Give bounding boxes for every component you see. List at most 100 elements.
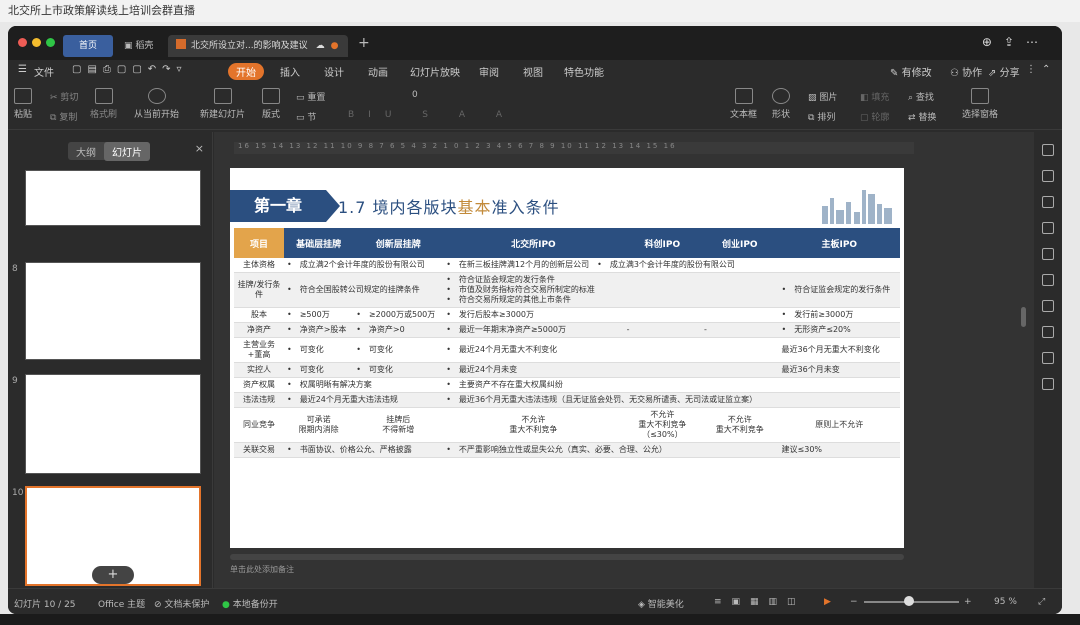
find-button[interactable]: ⌕ 查找 <box>908 90 934 103</box>
notes-placeholder[interactable]: 单击此处添加备注 <box>230 564 294 575</box>
layout-button[interactable]: 版式 <box>262 88 280 120</box>
slide-thumbnail[interactable] <box>25 374 201 474</box>
add-slide-button[interactable]: + <box>92 566 134 584</box>
row-header: 主体资格 <box>234 258 284 273</box>
fit-window-icon[interactable]: ⤢ <box>1038 597 1045 607</box>
protection-status[interactable]: ⊘ 文档未保护 <box>154 597 209 610</box>
slide[interactable]: 第一章 1.7 境内各版块基本准入条件 项目 基础层挂牌 创新层挂牌 北交所IP… <box>230 168 904 548</box>
hamburger-icon[interactable]: ☰ <box>18 64 27 75</box>
tool-icon[interactable] <box>1042 300 1054 312</box>
cut-button[interactable]: ✂ 剪切 <box>50 90 78 103</box>
collapse-ribbon-icon[interactable]: ⌃ <box>1042 64 1050 75</box>
textbox-button[interactable]: 文本框 <box>730 88 757 120</box>
tab-slides[interactable]: 幻灯片 <box>104 142 150 161</box>
table-cell: • 最近24个月未变 <box>443 362 779 378</box>
horizontal-scrollbar[interactable] <box>230 554 904 560</box>
slide-canvas: 16 15 14 13 12 11 10 9 8 7 6 5 4 3 2 1 0… <box>214 132 1034 588</box>
theme-label: Office 主题 <box>98 600 146 610</box>
vertical-scrollbar[interactable] <box>1021 307 1026 327</box>
backup-label: 本地备份开 <box>232 600 278 610</box>
close-panel-icon[interactable]: × <box>195 142 204 155</box>
more-menu-icon[interactable]: ⋮ <box>1026 64 1036 75</box>
menu-file[interactable]: 文件 <box>34 64 54 79</box>
menu-slideshow[interactable]: 幻灯片放映 <box>410 64 460 79</box>
tool-icon[interactable] <box>1042 248 1054 260</box>
slide-number: 8 <box>12 264 18 274</box>
table-cell: • 书面协议、价格公允、严格披露 <box>284 442 444 458</box>
tool-icon[interactable] <box>1042 326 1054 338</box>
select-pane-button[interactable]: 选择窗格 <box>962 88 998 120</box>
menu-insert[interactable]: 插入 <box>280 64 300 79</box>
share-button[interactable]: ⇗ 分享 <box>988 64 1020 79</box>
outline-button[interactable]: ▢ 轮廓 <box>860 110 889 123</box>
menu-review[interactable]: 审阅 <box>479 64 499 79</box>
backup-status[interactable]: ● 本地备份开 <box>222 597 278 610</box>
picture-button[interactable]: ▨ 图片 <box>808 90 837 103</box>
tool-icon[interactable] <box>1042 196 1054 208</box>
beautify-button[interactable]: ◈ 智能美化 <box>638 597 684 610</box>
replace-button[interactable]: ⇄ 替换 <box>908 110 936 123</box>
new-tab-button[interactable]: + <box>358 35 370 51</box>
fill-button[interactable]: ◧ 填充 <box>860 90 889 103</box>
arrange-label: 排列 <box>817 113 836 123</box>
section-icon: ▭ <box>296 113 305 123</box>
tool-icon[interactable] <box>1042 144 1054 156</box>
paste-button[interactable]: 粘贴 <box>14 88 32 120</box>
layout-icon <box>262 88 280 104</box>
layout-label: 版式 <box>262 110 281 120</box>
share-label: 分享 <box>999 68 1020 79</box>
font-style-buttons[interactable]: BIU S A A <box>348 110 516 120</box>
tool-icon[interactable] <box>1042 274 1054 286</box>
slide-thumbnail[interactable] <box>25 262 201 360</box>
paste-label: 粘贴 <box>14 110 33 120</box>
zoom-level[interactable]: 95 % <box>994 597 1017 607</box>
arrange-button[interactable]: ⧉ 排列 <box>808 110 835 123</box>
table-cell: • ≥2000万或500万 <box>353 307 444 323</box>
maximize-window-button[interactable] <box>46 38 55 47</box>
menu-animation[interactable]: 动画 <box>368 64 388 79</box>
menu-bar: ☰ 文件 ▢▤⎙▢▢↶↷▿ 开始 插入 设计 动画 幻灯片放映 审阅 视图 特色… <box>8 60 1062 82</box>
section-button[interactable]: ▭ 节 <box>296 110 316 123</box>
format-painter-button[interactable]: 格式刷 <box>90 88 117 120</box>
close-window-button[interactable] <box>18 38 27 47</box>
menu-start[interactable]: 开始 <box>228 63 264 80</box>
more-icon[interactable]: ⋯ <box>1026 35 1050 49</box>
tool-icon[interactable] <box>1042 170 1054 182</box>
copy-button[interactable]: ⧉ 复制 <box>50 110 77 123</box>
share-window-icon[interactable]: ⇪ <box>1004 35 1026 49</box>
tab-document[interactable]: 北交所设立对...的影响及建议 ☁ ● <box>168 35 348 57</box>
collab-button[interactable]: ⚇ 协作 <box>950 64 982 79</box>
zoom-out-button[interactable]: − <box>850 597 858 607</box>
tool-icon[interactable] <box>1042 222 1054 234</box>
tab-stash[interactable]: ▣ 稻壳 <box>116 35 164 57</box>
menu-view[interactable]: 视图 <box>523 64 543 79</box>
search-icon: ⌕ <box>908 93 914 103</box>
pin-icon[interactable]: ⊕ <box>982 35 1004 49</box>
menu-design[interactable]: 设计 <box>324 64 344 79</box>
tab-outline[interactable]: 大纲 <box>68 142 104 161</box>
table-row: 实控人 • 可变化 • 可变化 • 最近24个月未变 最近36个月未变 <box>234 362 900 378</box>
menu-special[interactable]: 特色功能 <box>564 64 604 79</box>
has-changes-button[interactable]: ✎ 有修改 <box>890 64 932 79</box>
zoom-in-button[interactable]: + <box>964 597 972 607</box>
status-bar: 幻灯片 10 / 25 Office 主题 ⊘ 文档未保护 ● 本地备份开 ◈ … <box>8 588 1062 614</box>
table-header: 项目 <box>234 228 284 258</box>
table-cell: 不允许 重大不利竞争 <box>443 407 624 443</box>
play-slideshow-icon[interactable]: ▶ <box>824 597 831 607</box>
reset-button[interactable]: ▭ 重置 <box>296 90 325 103</box>
new-slide-button[interactable]: 新建幻灯片 <box>200 88 245 120</box>
view-mode-icons[interactable]: ≡▣▦▥◫ <box>714 597 806 607</box>
shape-button[interactable]: 形状 <box>772 88 790 120</box>
tool-icon[interactable] <box>1042 352 1054 364</box>
table-cell: • 符合证监会规定的发行条件 • 市值及财务指标符合交易所制定的标准 • 符合交… <box>443 272 779 308</box>
slide-thumbnail[interactable] <box>25 170 201 226</box>
picture-icon: ▨ <box>808 93 817 103</box>
quick-access-icons[interactable]: ▢▤⎙▢▢↶↷▿ <box>72 64 188 75</box>
font-size-field[interactable]: 0 <box>412 90 418 100</box>
minimize-window-button[interactable] <box>32 38 41 47</box>
zoom-slider-knob[interactable] <box>904 596 914 606</box>
table-cell: • 符合证监会规定的发行条件 <box>778 272 900 308</box>
tool-icon[interactable] <box>1042 378 1054 390</box>
from-current-button[interactable]: 从当前开始 <box>134 88 179 120</box>
tab-home[interactable]: 首页 <box>63 35 113 57</box>
